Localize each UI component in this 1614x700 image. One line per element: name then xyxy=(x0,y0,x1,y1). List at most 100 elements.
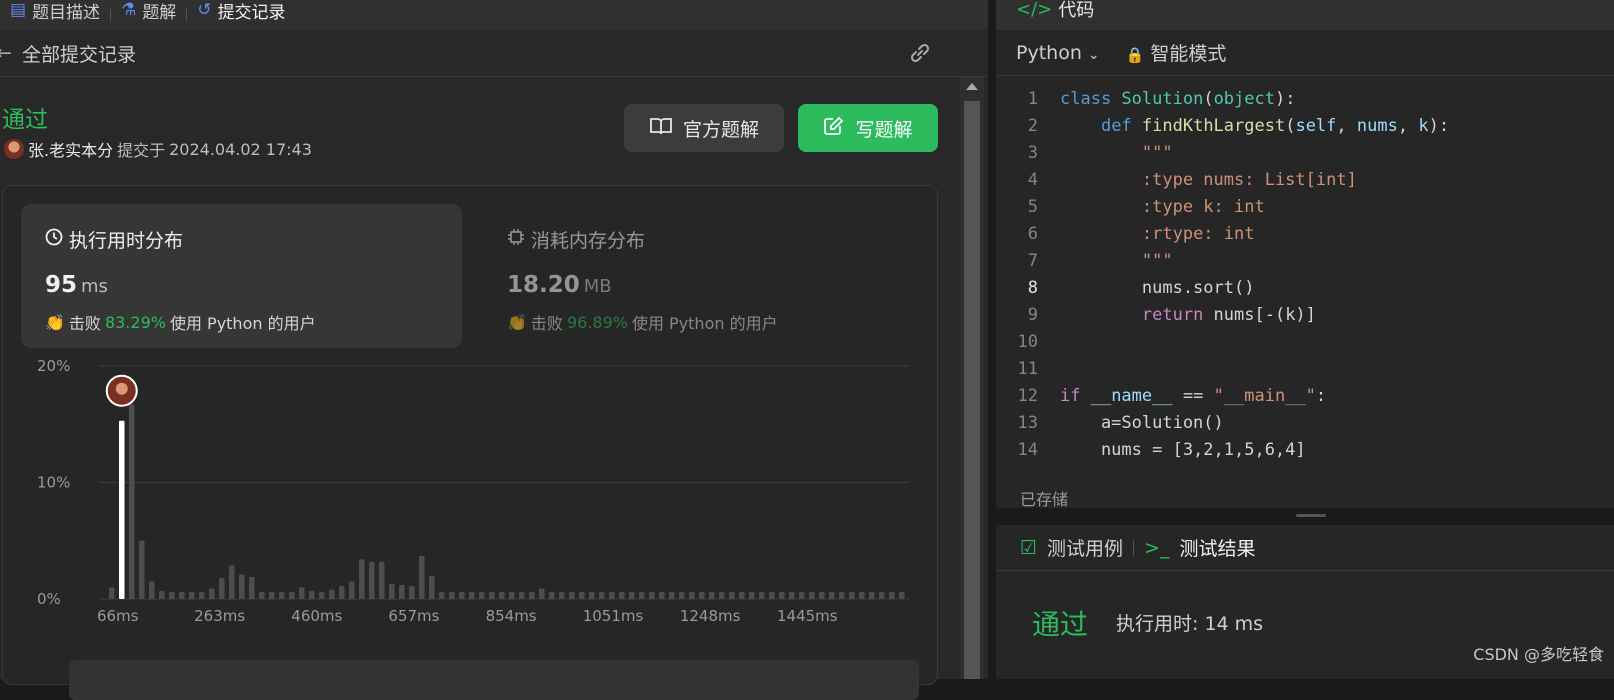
link-icon[interactable] xyxy=(908,42,932,69)
secondary-chart-preview xyxy=(69,660,919,700)
chart-bar xyxy=(409,586,415,599)
code-text: if __name__ == "__main__": xyxy=(1060,383,1326,410)
code-line[interactable]: 1 class Solution(object): xyxy=(996,86,1614,113)
tab-solutions[interactable]: ⚗ 题解 xyxy=(111,0,186,23)
chart-bar xyxy=(879,592,885,599)
chart-bar xyxy=(129,404,135,599)
tab-label: 提交记录 xyxy=(217,2,286,23)
lock-icon: 🔒 xyxy=(1125,46,1145,64)
chart-bar xyxy=(729,592,735,599)
code-line[interactable]: 6 :rtype: int xyxy=(996,221,1614,248)
chart-bar xyxy=(619,592,625,599)
chart-bar xyxy=(229,565,235,599)
official-solution-button[interactable]: 官方题解 xyxy=(624,104,784,152)
username[interactable]: 张.老实本分 xyxy=(28,137,113,161)
chart-bar xyxy=(859,592,865,599)
code-line[interactable]: 3 """ xyxy=(996,140,1614,167)
code-token: , xyxy=(1397,116,1419,136)
chart-bar xyxy=(659,592,665,599)
runtime-value-line: 95 ms xyxy=(45,272,108,298)
code-token: """ xyxy=(1141,143,1173,163)
code-icon: </> xyxy=(1016,0,1053,20)
tab-test-cases[interactable]: 测试用例 xyxy=(1047,534,1123,561)
test-results-panel: ☑ 测试用例 >_ 测试结果 通过 执行用时: 14 ms CSDN @多吃轻食 xyxy=(996,525,1614,679)
tab-description[interactable]: ▤ 题目描述 xyxy=(0,0,110,23)
chart-bar xyxy=(759,592,765,599)
watermark: CSDN @多吃轻食 xyxy=(1473,645,1604,664)
x-tick-label: 1445ms xyxy=(777,607,838,625)
code-token: k xyxy=(1418,116,1429,136)
chart-bar xyxy=(899,592,905,599)
tab-label: 题解 xyxy=(142,2,177,23)
code-line[interactable]: 13 a=Solution() xyxy=(996,410,1614,437)
code-line[interactable]: 10 xyxy=(996,329,1614,356)
arrow-left-icon[interactable]: ← xyxy=(0,42,16,64)
code-token: self xyxy=(1295,116,1337,136)
book-icon xyxy=(649,116,673,141)
chart-bar xyxy=(159,590,165,599)
saved-status: 已存储 xyxy=(1020,490,1069,509)
code-line[interactable]: 4 :type nums: List[int] xyxy=(996,167,1614,194)
beat-percent: 83.29% xyxy=(104,312,166,332)
code-line[interactable]: 7 """ xyxy=(996,248,1614,275)
chart-bar xyxy=(549,592,555,599)
chart-bar xyxy=(539,588,545,599)
line-number: 4 xyxy=(1027,170,1038,190)
tab-test-result[interactable]: 测试结果 xyxy=(1179,534,1255,561)
chart-bar xyxy=(179,592,185,599)
tab-submissions[interactable]: ↺ 提交记录 xyxy=(187,0,295,23)
write-solution-button[interactable]: 写题解 xyxy=(798,104,938,152)
runtime-stat-panel[interactable]: 执行用时分布 95 ms 👏 击败 83.29% 使用 Python 的用户 xyxy=(21,204,462,348)
code-token: nums.sort() xyxy=(1060,278,1255,298)
x-tick-label: 1051ms xyxy=(583,607,644,625)
memory-beat: 👏 击败 96.89% 使用 Python 的用户 xyxy=(507,310,778,334)
chart-bar xyxy=(699,592,705,599)
panel-resize-handle[interactable] xyxy=(996,508,1614,524)
smart-mode-toggle[interactable]: 🔒 智能模式 xyxy=(1126,39,1227,66)
code-token: a=Solution() xyxy=(1060,413,1224,433)
code-line[interactable]: 2 def findKthLargest(self, nums, k): xyxy=(996,113,1614,140)
memory-stat-panel[interactable]: 消耗内存分布 18.20 MB 👏 击败 96.89% 使用 Python 的用户 xyxy=(483,204,923,348)
result-runtime: 执行用时: 14 ms xyxy=(1116,613,1264,635)
chart-bar xyxy=(669,592,675,599)
language-select[interactable]: Python ⌄ xyxy=(1016,42,1100,64)
code-area[interactable]: 1 class Solution(object): 2 def findKthLar… xyxy=(996,86,1614,459)
code-line[interactable]: 11 xyxy=(996,356,1614,383)
chart-bar xyxy=(519,592,525,599)
scrollbar-thumb[interactable] xyxy=(964,101,980,679)
chart-bar xyxy=(589,592,595,599)
line-number: 9 xyxy=(1027,305,1038,325)
avatar[interactable] xyxy=(4,139,24,159)
scroll-up-arrow-icon[interactable] xyxy=(966,83,978,90)
x-tick-label: 657ms xyxy=(388,607,439,625)
result-status: 通过 xyxy=(1032,608,1089,641)
code-token: """ xyxy=(1141,251,1173,271)
line-number: 6 xyxy=(1027,224,1038,244)
code-line[interactable]: 12 if __name__ == "__main__": xyxy=(996,383,1614,410)
memory-unit: MB xyxy=(583,276,612,297)
doc-icon: ▤ xyxy=(10,0,27,20)
code-line[interactable]: 14 nums = [3,2,1,5,6,4] xyxy=(996,437,1614,459)
results-tabs: ☑ 测试用例 >_ 测试结果 xyxy=(996,525,1614,571)
performance-card: 执行用时分布 95 ms 👏 击败 83.29% 使用 Python 的用户 消耗… xyxy=(2,185,938,700)
chart-bar xyxy=(319,592,325,599)
code-token: :rtype: int xyxy=(1141,224,1255,244)
code-line[interactable]: 5 :type k: int xyxy=(996,194,1614,221)
chart-bar xyxy=(509,592,515,599)
code-text: """ xyxy=(1060,140,1173,167)
chart-bar xyxy=(369,561,375,599)
vertical-scrollbar[interactable] xyxy=(960,77,984,679)
chart-bar xyxy=(849,592,855,599)
code-line[interactable]: 8 nums.sort() xyxy=(996,275,1614,302)
code-text: nums = [3,2,1,5,6,4] xyxy=(1060,437,1306,459)
chart-bar xyxy=(239,574,245,599)
chart-bar xyxy=(609,592,615,599)
all-submissions-link[interactable]: 全部提交记录 xyxy=(22,40,136,67)
terminal-icon: >_ xyxy=(1144,536,1170,559)
resize-grip[interactable] xyxy=(1296,514,1326,517)
code-line[interactable]: 9 return nums[-(k)] xyxy=(996,302,1614,329)
code-token: ): xyxy=(1428,116,1450,136)
